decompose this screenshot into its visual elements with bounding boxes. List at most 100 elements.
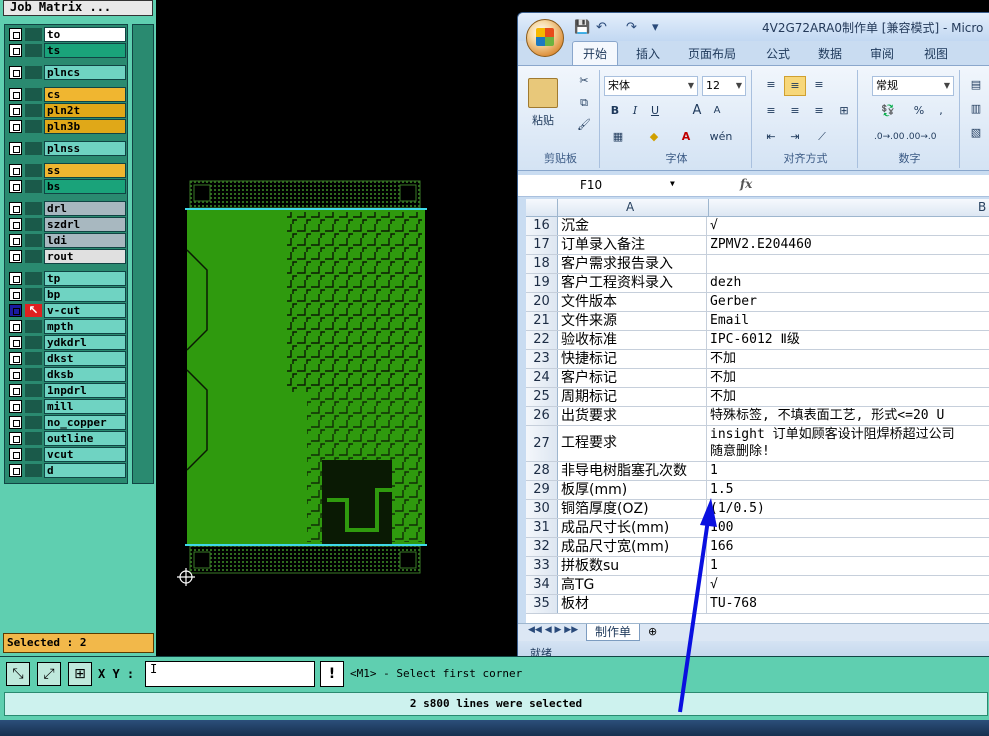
cell-a[interactable]: 周期标记 (559, 388, 707, 406)
layer-row[interactable]: to (7, 27, 127, 42)
cell-a[interactable]: 成品尺寸长(mm) (559, 519, 707, 537)
warning-button[interactable]: ! (320, 661, 344, 687)
layer-checkbox[interactable] (9, 400, 22, 413)
affected-toggle[interactable] (25, 202, 42, 215)
table-row[interactable]: 17 订单录入备注 ZPMV2.E204460 (526, 236, 989, 255)
name-box[interactable]: F10 (522, 177, 678, 195)
tab-view[interactable]: 视图 (924, 45, 948, 62)
font-color-icon[interactable]: A (674, 128, 698, 148)
cell-a[interactable]: 沉金 (559, 217, 707, 235)
grid-toggle-icon[interactable]: ⊞ (68, 662, 92, 686)
layer-checkbox[interactable] (9, 164, 22, 177)
currency-icon[interactable]: 💱 (874, 102, 902, 122)
layer-checkbox[interactable] (9, 250, 22, 263)
layer-name[interactable]: bs (44, 179, 126, 194)
table-row[interactable]: 30 铜箔厚度(OZ) (1/0.5) (526, 500, 989, 519)
layer-name[interactable]: bp (44, 287, 126, 302)
table-row[interactable]: 29 板厚(mm) 1.5 (526, 481, 989, 500)
sheet-nav-icon[interactable]: ◀◀ ◀ ▶ ▶▶ (528, 625, 578, 635)
cell-a[interactable]: 文件版本 (559, 293, 707, 311)
tab-review[interactable]: 审阅 (870, 45, 894, 62)
affected-toggle[interactable] (25, 88, 42, 101)
affected-toggle[interactable] (25, 250, 42, 263)
row-number[interactable]: 23 (526, 350, 558, 368)
affected-toggle[interactable] (25, 352, 42, 365)
affected-toggle[interactable] (25, 28, 42, 41)
copy-icon[interactable]: ⧉ (574, 94, 594, 114)
layer-row[interactable]: d (7, 463, 127, 478)
layer-checkbox[interactable] (9, 288, 22, 301)
layer-checkbox[interactable] (9, 320, 22, 333)
paste-button[interactable]: 粘贴 (522, 112, 564, 132)
affected-toggle[interactable] (25, 336, 42, 349)
table-row[interactable]: 19 客户工程资料录入 dezh (526, 274, 989, 293)
row-number[interactable]: 29 (526, 481, 558, 499)
layer-name[interactable]: tp (44, 271, 126, 286)
layer-checkbox[interactable] (9, 28, 22, 41)
layer-row[interactable]: szdrl (7, 217, 127, 232)
layer-checkbox[interactable] (9, 234, 22, 247)
table-row[interactable]: 22 验收标准 IPC-6012 Ⅱ级 (526, 331, 989, 350)
layer-row[interactable]: rout (7, 249, 127, 264)
row-number[interactable]: 33 (526, 557, 558, 575)
layer-row[interactable]: ts (7, 43, 127, 58)
row-number[interactable]: 28 (526, 462, 558, 480)
table-format-icon[interactable]: ▥ (966, 100, 986, 120)
layer-row[interactable]: tp (7, 271, 127, 286)
office-button[interactable] (526, 19, 564, 57)
affected-arrow-icon[interactable]: ↖ (25, 304, 42, 317)
layer-checkbox[interactable] (9, 120, 22, 133)
table-row[interactable]: 23 快捷标记 不加 (526, 350, 989, 369)
layer-name[interactable]: ts (44, 43, 126, 58)
layer-name[interactable]: pln2t (44, 103, 126, 118)
borders-icon[interactable]: ▦ (606, 128, 630, 148)
column-b-header[interactable]: B (978, 200, 986, 214)
layer-row[interactable]: mpth (7, 319, 127, 334)
align-left-icon[interactable]: ≡ (760, 102, 782, 122)
affected-toggle[interactable] (25, 66, 42, 79)
cell-a[interactable]: 非导电树脂塞孔次数 (559, 462, 707, 480)
qat-customize-icon[interactable]: ▾ (652, 20, 659, 35)
layer-name[interactable]: v-cut (44, 303, 126, 318)
row-number[interactable]: 22 (526, 331, 558, 349)
increase-indent-icon[interactable]: ⇥ (784, 128, 806, 148)
orientation-icon[interactable]: ⟋ (810, 128, 834, 148)
layer-name[interactable]: ss (44, 163, 126, 178)
font-size-dropdown[interactable]: 12 ▼ (702, 76, 746, 96)
cell-a[interactable]: 客户标记 (559, 369, 707, 387)
layer-row[interactable]: ↖ v-cut (7, 303, 127, 318)
cell-b[interactable]: 1 (708, 557, 989, 575)
layer-name[interactable]: mill (44, 399, 126, 414)
cut-icon[interactable]: ✂ (574, 72, 594, 92)
layer-name[interactable]: no_copper (44, 415, 126, 430)
layer-row[interactable]: pln3b (7, 119, 127, 134)
layer-name[interactable]: dksb (44, 367, 126, 382)
table-row[interactable]: 33 拼板数su 1 (526, 557, 989, 576)
cell-a[interactable]: 高TG (559, 576, 707, 594)
excel-title-bar[interactable]: 💾 ↶ ↷ ▾ 4V2G72ARA0制作单 [兼容模式] - Micro (518, 13, 989, 41)
cell-b[interactable]: Gerber (708, 293, 989, 311)
layer-name[interactable]: outline (44, 431, 126, 446)
layer-checkbox[interactable] (9, 218, 22, 231)
layer-row[interactable]: 1npdrl (7, 383, 127, 398)
grow-font-button[interactable]: A (688, 102, 706, 122)
cell-b[interactable]: IPC-6012 Ⅱ级 (708, 331, 989, 349)
layer-row[interactable]: drl (7, 201, 127, 216)
layer-row[interactable]: ydkdrl (7, 335, 127, 350)
layer-checkbox[interactable] (9, 464, 22, 477)
cell-a[interactable]: 客户需求报告录入 (559, 255, 707, 273)
layer-checkbox[interactable] (9, 336, 22, 349)
layer-row[interactable]: dksb (7, 367, 127, 382)
affected-toggle[interactable] (25, 320, 42, 333)
table-row[interactable]: 20 文件版本 Gerber (526, 293, 989, 312)
table-row[interactable]: 28 非导电树脂塞孔次数 1 (526, 462, 989, 481)
layer-name[interactable]: ydkdrl (44, 335, 126, 350)
tab-formulas[interactable]: 公式 (766, 45, 790, 62)
cell-b[interactable]: insight 订单如顾客设计阻焊桥超过公司 随意删除! (708, 426, 989, 461)
cell-a[interactable]: 成品尺寸宽(mm) (559, 538, 707, 556)
cell-a[interactable]: 板材 (559, 595, 707, 613)
affected-toggle[interactable] (25, 400, 42, 413)
layer-checkbox[interactable] (9, 272, 22, 285)
underline-button[interactable]: U (646, 102, 664, 122)
select-all-corner[interactable] (526, 199, 558, 216)
